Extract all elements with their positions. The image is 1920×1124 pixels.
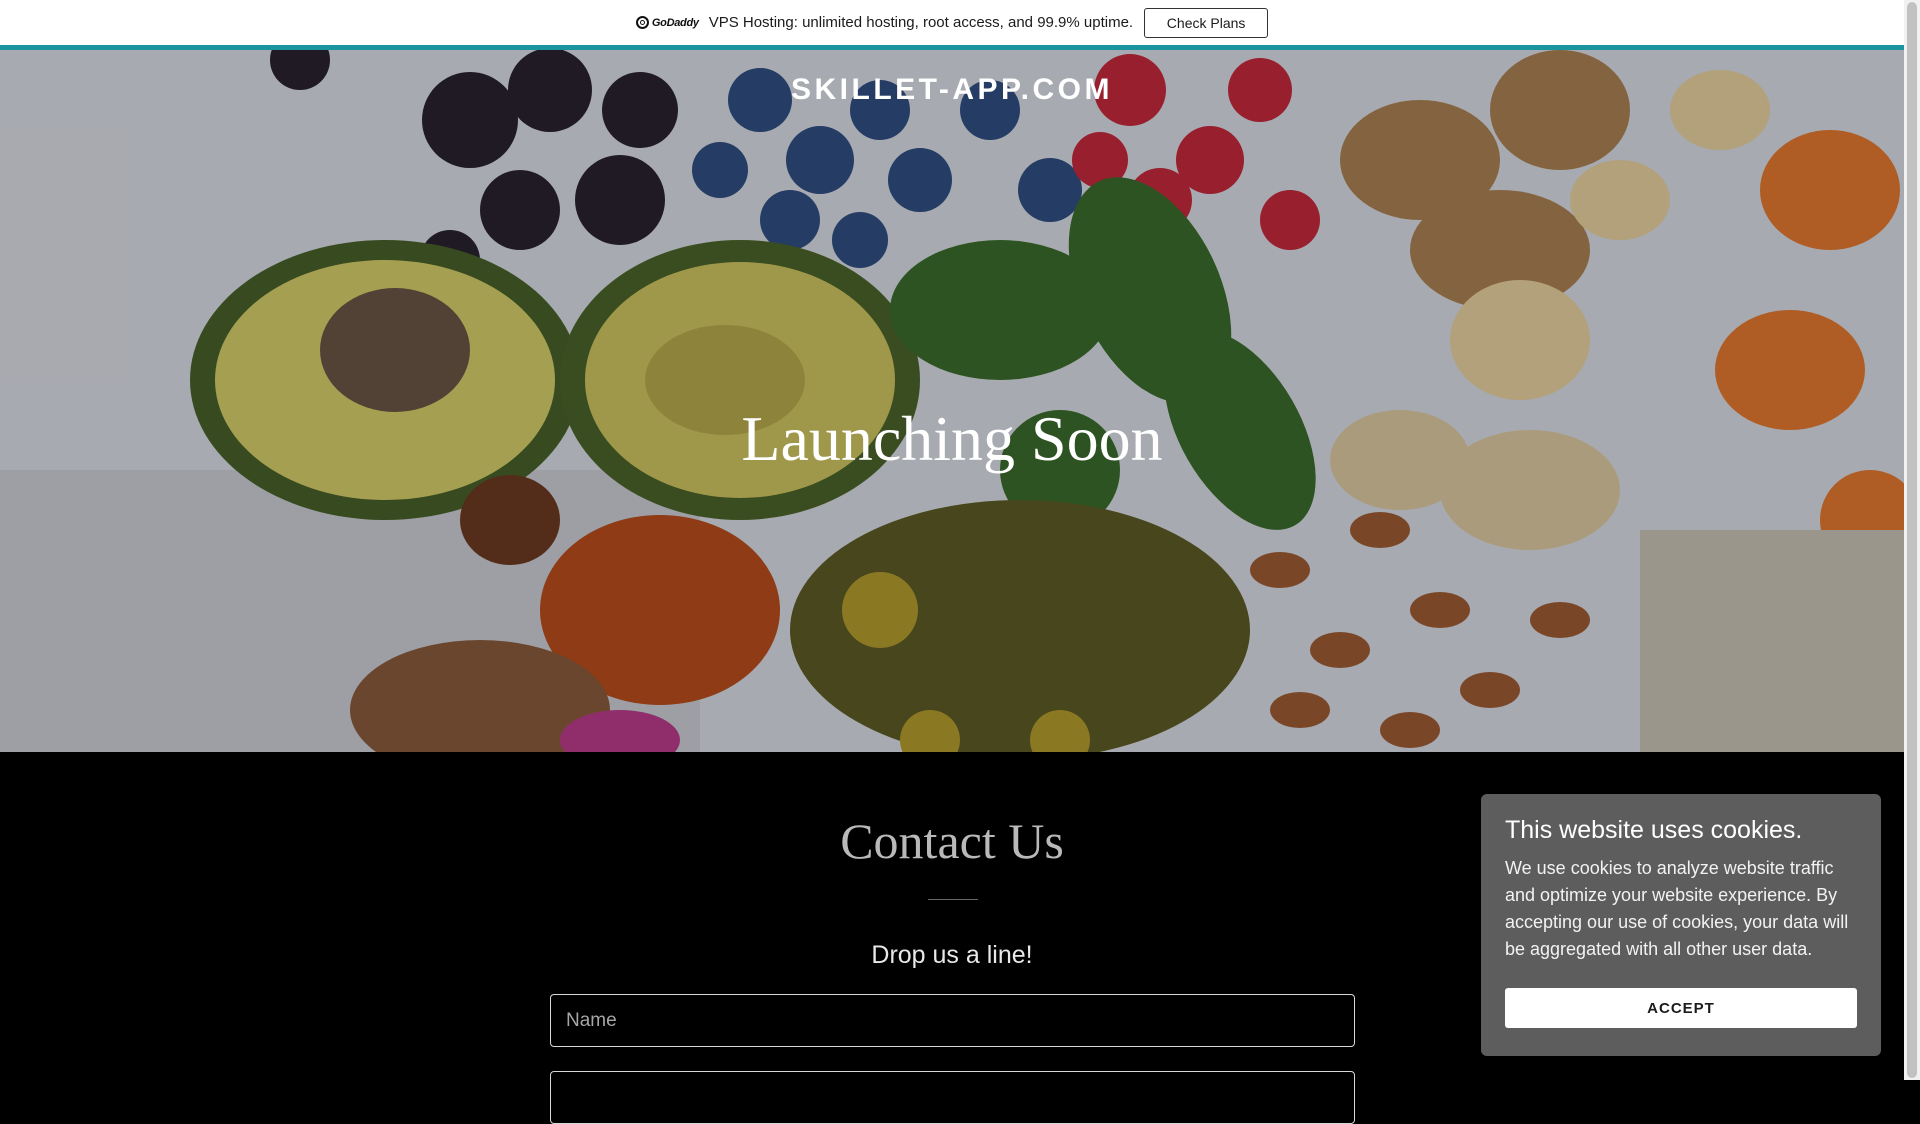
cookie-banner: This website uses cookies. We use cookie… xyxy=(1481,794,1881,1056)
hero-section: SKILLET-APP.COM Launching Soon xyxy=(0,50,1904,752)
hero-overlay xyxy=(0,50,1904,752)
email-field[interactable] xyxy=(550,1071,1355,1124)
section-divider xyxy=(928,899,978,900)
site-title[interactable]: SKILLET-APP.COM xyxy=(0,73,1904,107)
check-plans-button[interactable]: Check Plans xyxy=(1144,7,1269,38)
name-field[interactable] xyxy=(550,994,1355,1047)
scrollbar-thumb[interactable] xyxy=(1907,2,1917,1078)
page-scrollbar[interactable] xyxy=(1904,0,1920,1080)
cookie-title: This website uses cookies. xyxy=(1505,816,1803,844)
brand-logo: GoDaddy xyxy=(635,16,699,29)
accept-cookies-button[interactable]: ACCEPT xyxy=(1505,988,1857,1028)
godaddy-logo-icon xyxy=(635,16,649,29)
launching-heading: Launching Soon xyxy=(741,403,1163,474)
brand-name: GoDaddy xyxy=(651,16,699,29)
cookie-message: We use cookies to analyze website traffi… xyxy=(1505,858,1849,959)
promo-message: VPS Hosting: unlimited hosting, root acc… xyxy=(708,14,1134,31)
promo-bar: GoDaddy VPS Hosting: unlimited hosting, … xyxy=(0,0,1904,45)
